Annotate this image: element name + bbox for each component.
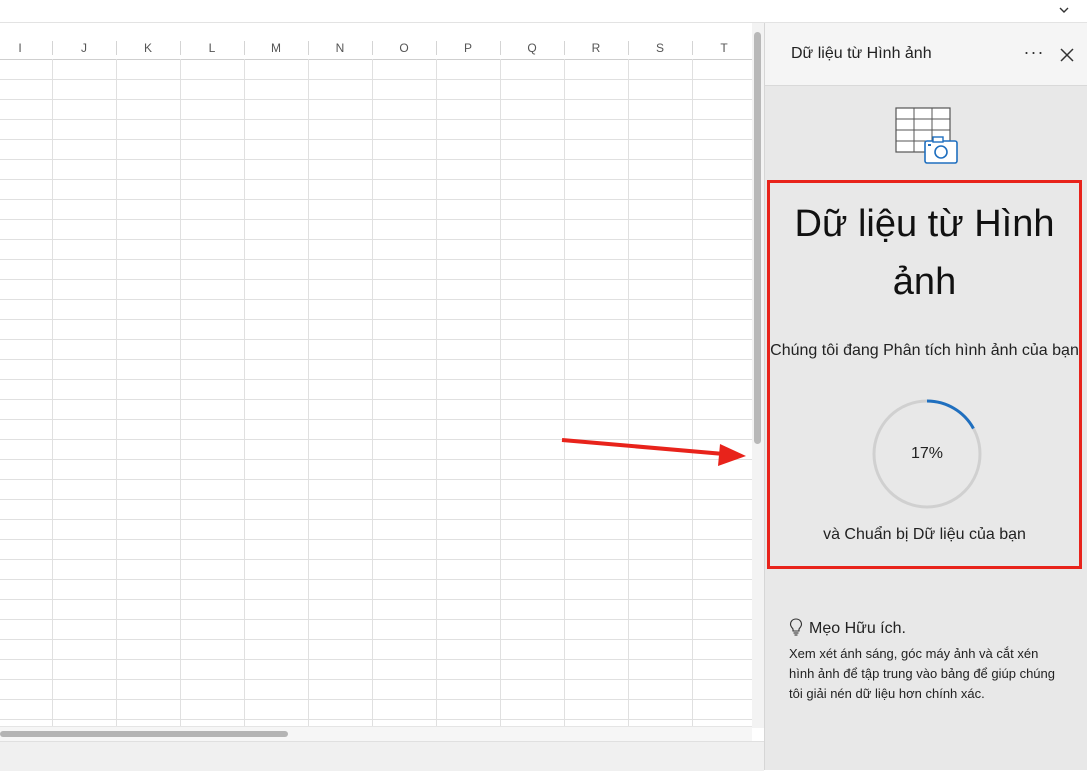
- column-header[interactable]: L: [180, 37, 244, 59]
- column-header[interactable]: P: [436, 37, 500, 59]
- close-icon[interactable]: [1055, 43, 1079, 67]
- column-header[interactable]: K: [116, 37, 180, 59]
- tip-heading: Mẹo Hữu ích.: [789, 618, 906, 638]
- column-header[interactable]: M: [244, 37, 308, 59]
- status-bar: [0, 741, 764, 771]
- lightbulb-icon: [789, 618, 803, 636]
- pane-title: Dữ liệu từ Hình ảnh: [791, 45, 932, 62]
- tip-title: Mẹo Hữu ích.: [809, 620, 906, 637]
- pane-header: Dữ liệu từ Hình ảnh ···: [765, 23, 1087, 86]
- column-header[interactable]: S: [628, 37, 692, 59]
- highlight-box: Dữ liệu từ Hình ảnh Chúng tôi đang Phân …: [767, 180, 1082, 569]
- analyzing-text: Chúng tôi đang Phân tích hình ảnh của bạ…: [770, 342, 1079, 359]
- progress-percent: 17%: [910, 445, 944, 462]
- horizontal-scrollbar-thumb[interactable]: [0, 731, 288, 737]
- column-header[interactable]: N: [308, 37, 372, 59]
- column-header[interactable]: Q: [500, 37, 564, 59]
- table-camera-icon: [895, 107, 958, 164]
- top-bar: [0, 0, 1087, 23]
- column-header[interactable]: O: [372, 37, 436, 59]
- pane-heading: Dữ liệu từ Hình ảnh: [794, 203, 1055, 303]
- spreadsheet-grid[interactable]: IJKLMNOPQRST: [0, 23, 752, 728]
- more-options-button[interactable]: ···: [1021, 41, 1047, 67]
- column-header[interactable]: T: [692, 37, 752, 59]
- annotation-arrow: [561, 438, 746, 466]
- column-header[interactable]: I: [0, 37, 52, 59]
- data-from-picture-pane: Dữ liệu từ Hình ảnh ··· Dữ liệu từ Hình …: [764, 23, 1087, 770]
- vertical-scrollbar-thumb[interactable]: [754, 32, 761, 444]
- chevron-down-icon[interactable]: [1057, 3, 1071, 17]
- tip-body: Xem xét ánh sáng, góc máy ảnh và cắt xén…: [789, 646, 1055, 701]
- preparing-text: và Chuẩn bị Dữ liệu của bạn: [823, 526, 1026, 543]
- column-headers: IJKLMNOPQRST: [0, 37, 752, 60]
- column-header[interactable]: R: [564, 37, 628, 59]
- cell-grid[interactable]: [0, 59, 752, 728]
- column-header[interactable]: J: [52, 37, 116, 59]
